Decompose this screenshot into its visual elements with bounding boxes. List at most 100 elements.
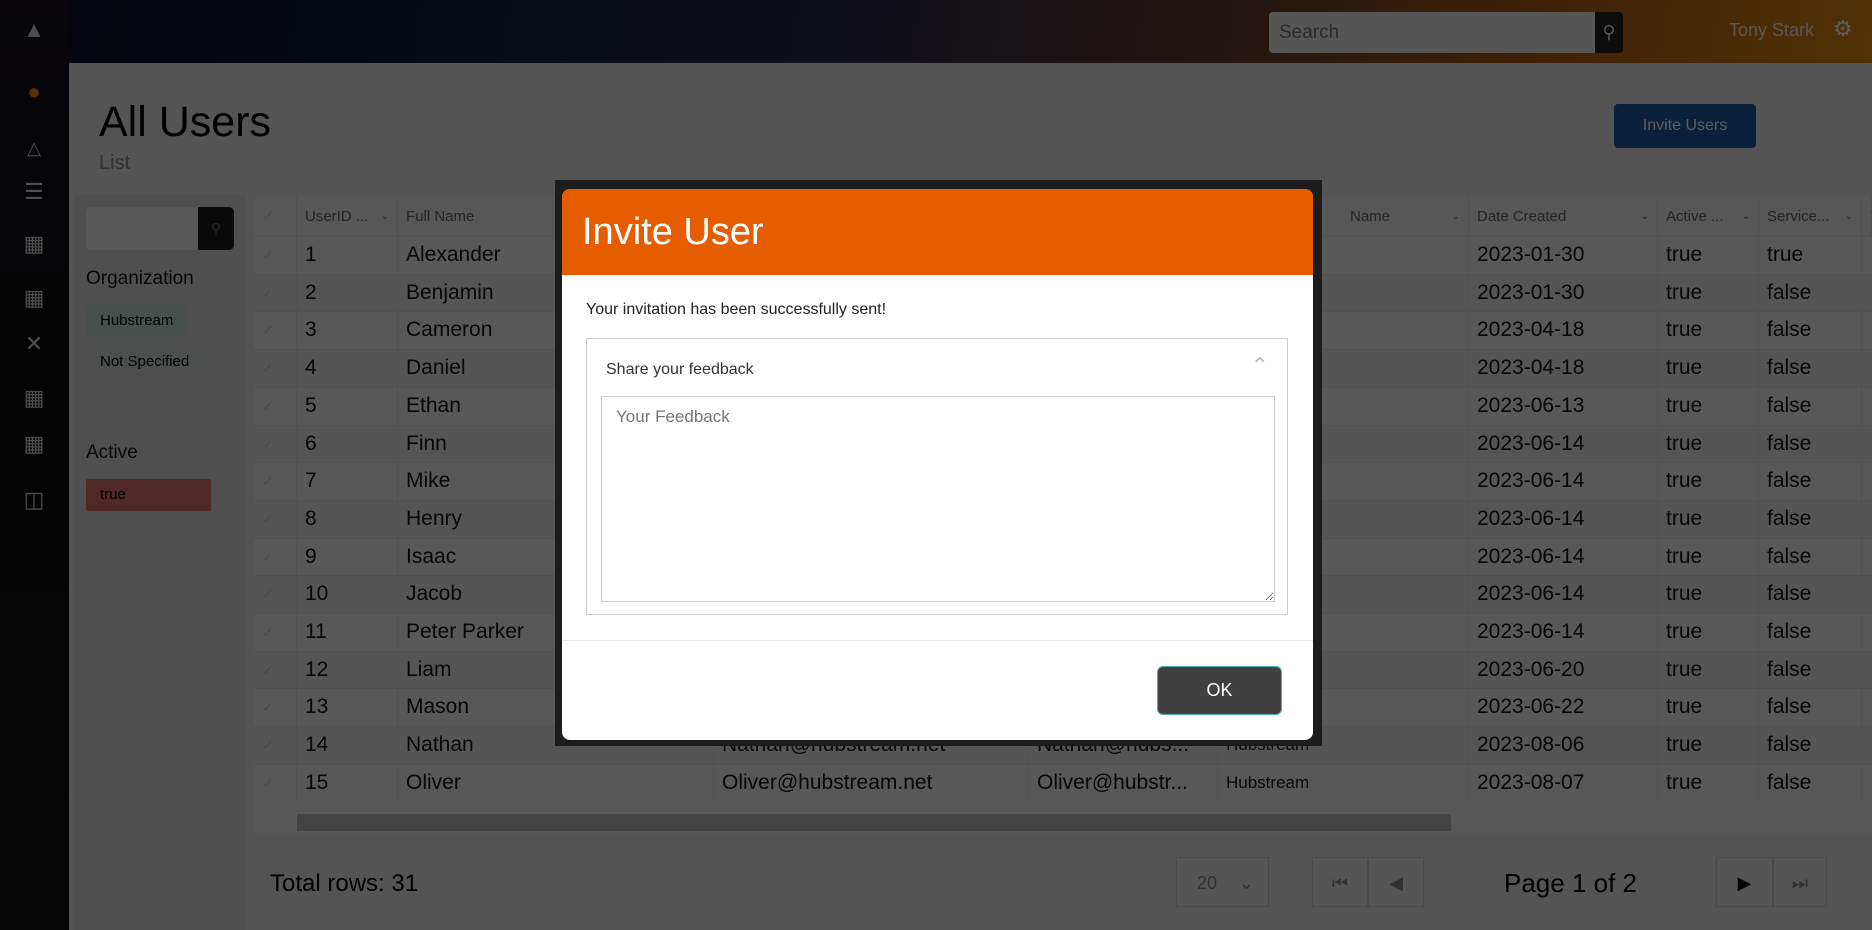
search-icon[interactable]: ⚲ bbox=[1595, 12, 1623, 53]
table-cell: false bbox=[1759, 613, 1862, 651]
sidebar: ▲ ● △ ☰ ▦ ▦ ✕ ▦ ▦ ◫ bbox=[0, 0, 69, 930]
row-checkbox[interactable]: ✓ bbox=[254, 311, 297, 350]
ok-button[interactable]: OK bbox=[1157, 666, 1282, 715]
table-cell: false bbox=[1759, 386, 1862, 425]
search-input[interactable] bbox=[1269, 12, 1595, 53]
grid-icon[interactable]: ▦ bbox=[18, 228, 50, 260]
table-cell: 4 bbox=[297, 349, 398, 388]
table-cell: true bbox=[1759, 236, 1862, 274]
modal-title: Invite User bbox=[562, 189, 1313, 275]
filter-chip-true[interactable]: true bbox=[86, 479, 211, 511]
page-size-value: 20 bbox=[1197, 873, 1218, 893]
table-cell: false bbox=[1759, 688, 1862, 727]
success-message: Your invitation has been successfully se… bbox=[586, 301, 887, 318]
column-header-label: Service... bbox=[1767, 208, 1830, 225]
chevron-down-icon[interactable]: ⌄ bbox=[381, 197, 389, 236]
row-checkbox[interactable]: ✓ bbox=[254, 650, 297, 689]
horizontal-scrollbar[interactable] bbox=[297, 814, 1451, 831]
table-cell: 2023-08-06 bbox=[1469, 726, 1658, 765]
table-cell: 2023-01-30 bbox=[1469, 273, 1658, 312]
table-cell: 2023-06-14 bbox=[1469, 537, 1658, 576]
table-cell: 10 bbox=[297, 575, 398, 614]
row-checkbox[interactable]: ✓ bbox=[254, 763, 297, 802]
column-header[interactable]: Service... ⌄ bbox=[1759, 197, 1862, 236]
table-cell: 2023-08-07 bbox=[1469, 763, 1658, 802]
table-cell: 15 bbox=[297, 763, 398, 802]
apps-icon[interactable]: ▦ bbox=[18, 282, 50, 314]
dashboard-icon[interactable]: ◫ bbox=[18, 484, 50, 516]
row-checkbox[interactable]: ✓ bbox=[254, 273, 297, 312]
table-cell: true bbox=[1658, 499, 1759, 538]
last-page-button[interactable]: ⏭ bbox=[1773, 857, 1827, 907]
chevron-down-icon[interactable]: ⌄ bbox=[1845, 197, 1853, 236]
chevron-double-up-icon[interactable]: ⌃ bbox=[1251, 353, 1269, 379]
table-cell: true bbox=[1658, 688, 1759, 727]
table-cell: 2023-01-30 bbox=[1469, 236, 1658, 274]
table-cell: Oliver@hubstream.net bbox=[714, 763, 1029, 802]
chevron-down-icon[interactable]: ⌄ bbox=[1641, 197, 1649, 236]
row-checkbox[interactable]: ✓ bbox=[254, 537, 297, 576]
user-icon[interactable]: ● bbox=[18, 76, 50, 108]
first-page-button[interactable]: ⏮ bbox=[1312, 857, 1368, 907]
table-cell: Hubstream bbox=[1218, 763, 1469, 802]
search-icon[interactable]: ⚲ bbox=[198, 207, 234, 250]
row-checkbox[interactable]: ✓ bbox=[254, 462, 297, 501]
chevron-down-icon[interactable]: ⌄ bbox=[1452, 197, 1460, 236]
table-cell: true bbox=[1658, 236, 1759, 274]
table-cell: 2023-06-22 bbox=[1469, 688, 1658, 727]
user-name[interactable]: Tony Stark bbox=[1729, 20, 1814, 41]
page-size-select[interactable]: 20 ⌄ bbox=[1176, 857, 1269, 907]
column-header[interactable]: UserID ... ⌄ bbox=[297, 197, 398, 236]
page-subtitle: List bbox=[99, 152, 131, 174]
total-rows: Total rows: 31 bbox=[270, 870, 419, 897]
chevron-down-icon: ⌄ bbox=[1238, 873, 1254, 893]
table-cell: Oliver bbox=[398, 763, 714, 802]
grid-icon[interactable]: ▦ bbox=[18, 428, 50, 460]
table-cell: true bbox=[1658, 650, 1759, 689]
hierarchy-icon[interactable]: △ bbox=[18, 132, 50, 164]
grid-icon[interactable]: ▦ bbox=[18, 382, 50, 414]
invite-user-modal: Invite User Your invitation has been suc… bbox=[562, 189, 1313, 740]
column-header[interactable]: T bbox=[1862, 197, 1872, 236]
column-header[interactable]: Active ... ⌄ bbox=[1658, 197, 1759, 236]
table-cell: true bbox=[1658, 462, 1759, 501]
select-all-checkbox[interactable]: ✓ bbox=[254, 197, 297, 236]
table-cell: false bbox=[1759, 575, 1862, 614]
table-cell: 2023-06-14 bbox=[1469, 575, 1658, 614]
feedback-title: Share your feedback bbox=[606, 361, 754, 378]
logo-icon[interactable]: ▲ bbox=[18, 14, 50, 46]
row-checkbox[interactable]: ✓ bbox=[254, 236, 297, 274]
table-cell: false bbox=[1759, 537, 1862, 576]
filter-chip-hubstream[interactable]: Hubstream bbox=[86, 305, 188, 337]
filter-chip-not-specified[interactable]: Not Specified bbox=[86, 346, 204, 378]
next-page-button[interactable]: ▶ bbox=[1716, 857, 1773, 907]
close-icon[interactable]: ✕ bbox=[18, 328, 50, 360]
page-title: All Users bbox=[99, 98, 272, 146]
column-header[interactable]: Date Created ⌄ bbox=[1469, 197, 1658, 236]
list-icon[interactable]: ☰ bbox=[18, 176, 50, 208]
table-cell: 1 bbox=[297, 236, 398, 274]
row-checkbox[interactable]: ✓ bbox=[254, 575, 297, 614]
table-cell: true bbox=[1658, 273, 1759, 312]
table-cell: 3 bbox=[297, 311, 398, 350]
feedback-textarea[interactable] bbox=[601, 396, 1275, 602]
table-cell: 2023-06-14 bbox=[1469, 424, 1658, 463]
prev-page-button[interactable]: ◀ bbox=[1368, 857, 1424, 907]
row-checkbox[interactable]: ✓ bbox=[254, 424, 297, 463]
row-checkbox[interactable]: ✓ bbox=[254, 499, 297, 538]
table-cell: 2023-06-14 bbox=[1469, 499, 1658, 538]
column-header-label: Date Created bbox=[1477, 208, 1567, 225]
gear-icon[interactable]: ⚙ bbox=[1833, 16, 1853, 42]
table-cell: 5 bbox=[297, 386, 398, 425]
row-checkbox[interactable]: ✓ bbox=[254, 349, 297, 388]
row-checkbox[interactable]: ✓ bbox=[254, 726, 297, 765]
invite-users-button[interactable]: Invite Users bbox=[1614, 104, 1756, 148]
table-cell: 2023-04-18 bbox=[1469, 349, 1658, 388]
filter-search-input[interactable] bbox=[86, 207, 198, 250]
row-checkbox[interactable]: ✓ bbox=[254, 688, 297, 727]
row-checkbox[interactable]: ✓ bbox=[254, 613, 297, 651]
row-checkbox[interactable]: ✓ bbox=[254, 386, 297, 425]
table-cell: true bbox=[1658, 613, 1759, 651]
chevron-down-icon[interactable]: ⌄ bbox=[1742, 197, 1750, 236]
table-cell: 2023-06-20 bbox=[1469, 650, 1658, 689]
